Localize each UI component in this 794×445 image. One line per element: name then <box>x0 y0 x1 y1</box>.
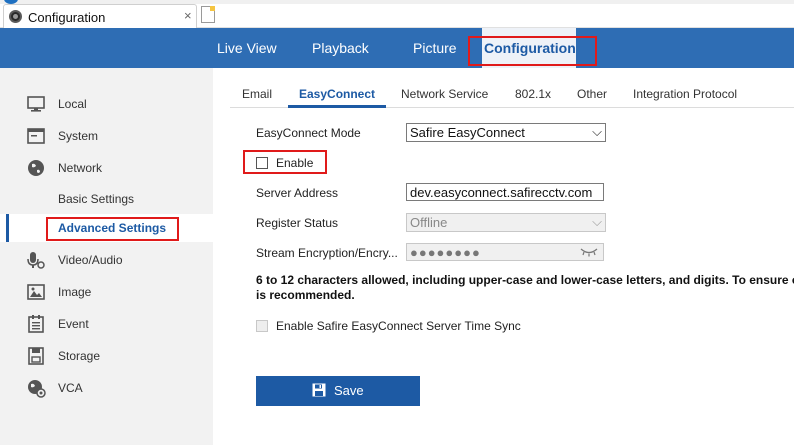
sidebar-item-event[interactable]: Event <box>0 310 213 338</box>
new-tab-icon[interactable] <box>201 6 215 23</box>
tab-integration-protocol[interactable]: Integration Protocol <box>633 87 737 101</box>
time-sync-label: Enable Safire EasyConnect Server Time Sy… <box>276 319 521 333</box>
register-status-select: Offline ⌵ <box>406 213 606 232</box>
save-button-label: Save <box>334 383 364 398</box>
sidebar-item-label: Network <box>58 161 103 175</box>
easyconnect-mode-select[interactable]: Safire EasyConnect ⌵ <box>406 123 606 142</box>
password-hint: 6 to 12 characters allowed, including up… <box>256 273 794 303</box>
sidebar-item-local[interactable]: Local <box>0 90 213 118</box>
event-icon <box>28 315 44 333</box>
monitor-icon <box>27 96 45 112</box>
storage-icon <box>28 347 44 365</box>
configuration-highlight-box <box>468 36 597 66</box>
sidebar-item-image[interactable]: Image <box>0 278 213 306</box>
sidebar-item-label: Event <box>58 317 89 331</box>
register-status-value: Offline <box>410 215 448 230</box>
system-icon <box>27 128 45 144</box>
save-button[interactable]: Save <box>256 376 420 406</box>
register-status-label: Register Status <box>256 216 339 230</box>
sidebar-item-network[interactable]: Network <box>0 154 213 182</box>
sidebar-item-basic-settings[interactable]: Basic Settings <box>0 185 213 213</box>
settings-tabs: Email EasyConnect Network Service 802.1x… <box>230 80 794 108</box>
sidebar-item-video-audio[interactable]: Video/Audio <box>0 246 213 274</box>
sidebar-item-label: System <box>58 129 99 143</box>
eye-closed-icon[interactable] <box>580 247 598 260</box>
browser-tab-strip: Configuration × <box>0 0 794 28</box>
password-hint-line-1: 6 to 12 characters allowed, including up… <box>256 273 794 287</box>
tab-8021x[interactable]: 802.1x <box>515 87 551 101</box>
mic-icon <box>27 252 45 269</box>
sidebar-item-storage[interactable]: Storage <box>0 342 213 370</box>
password-hint-line-2: is recommended. <box>256 288 355 302</box>
sidebar-item-label: Video/Audio <box>58 253 123 267</box>
sidebar-item-system[interactable]: System <box>0 122 213 150</box>
easyconnect-mode-value: Safire EasyConnect <box>410 125 525 140</box>
chevron-down-icon: ⌵ <box>592 124 602 139</box>
stream-encryption-input: ●●●●●●●● <box>406 243 604 261</box>
active-indicator <box>6 214 9 242</box>
browser-tab[interactable]: Configuration × <box>3 4 197 28</box>
tab-email[interactable]: Email <box>242 87 272 101</box>
sidebar-item-label: Image <box>58 285 92 299</box>
sidebar-item-label: Basic Settings <box>58 192 135 206</box>
active-tab-underline <box>288 105 386 108</box>
tab-network-service[interactable]: Network Service <box>401 87 488 101</box>
tab-close-icon[interactable]: × <box>184 8 192 23</box>
sidebar: Local System Network Basic Settings Adva… <box>0 68 213 445</box>
easyconnect-mode-label: EasyConnect Mode <box>256 126 361 140</box>
top-navigation: Live View Playback Picture Configuration <box>0 28 794 68</box>
nav-picture[interactable]: Picture <box>413 40 457 56</box>
sidebar-item-label: VCA <box>58 381 83 395</box>
tab-easyconnect[interactable]: EasyConnect <box>299 87 375 101</box>
server-address-label: Server Address <box>256 186 339 200</box>
stream-encryption-label: Stream Encryption/Encry... <box>256 246 398 260</box>
time-sync-checkbox[interactable] <box>256 320 268 332</box>
server-address-input[interactable]: dev.easyconnect.safirecctv.com <box>406 183 604 201</box>
enable-highlight-box <box>243 150 327 174</box>
stream-encryption-value: ●●●●●●●● <box>410 245 481 260</box>
image-icon <box>27 284 45 300</box>
nav-live-view[interactable]: Live View <box>217 40 277 56</box>
camera-favicon-icon <box>9 10 22 23</box>
nav-playback[interactable]: Playback <box>312 40 369 56</box>
sidebar-item-vca[interactable]: VCA <box>0 374 213 402</box>
browser-tab-title: Configuration <box>28 10 106 25</box>
tab-other[interactable]: Other <box>577 87 607 101</box>
vca-icon <box>28 380 46 398</box>
sidebar-item-label: Storage <box>58 349 101 363</box>
chevron-down-icon: ⌵ <box>592 214 602 229</box>
floppy-disk-icon <box>312 383 326 397</box>
sidebar-item-label: Local <box>58 97 87 111</box>
globe-icon <box>28 160 44 176</box>
advanced-settings-highlight-box <box>46 217 179 241</box>
